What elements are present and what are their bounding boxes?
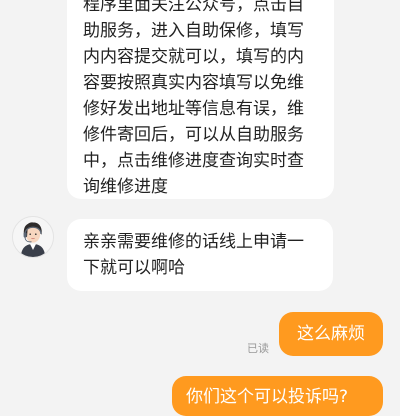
message-text-line: 修好发出地址等信息有误，维 (83, 99, 304, 119)
user-message-bubble[interactable]: 这么麻烦 (279, 312, 383, 356)
agent-message-bubble[interactable]: 亲亲需要维修的话线上申请一 下就可以啊哈 (67, 219, 333, 291)
message-text-line: 下就可以啊哈 (83, 258, 185, 278)
message-text: 你们这个可以投诉吗? (186, 387, 349, 407)
message-text-line: 内内容提交就可以，填写的内 (83, 47, 304, 67)
message-text-line: 程序里面关注公众号，点击自 (83, 0, 304, 15)
agent-avatar[interactable] (12, 216, 54, 258)
message-text: 这么麻烦 (297, 324, 365, 344)
message-text-line: 修件寄回后，可以从自助服务 (83, 125, 304, 145)
message-text-line: 亲亲需要维修的话线上申请一 (83, 232, 304, 252)
message-text-line: 中，点击维修进度查询实时查 (83, 151, 304, 171)
customer-service-agent-avatar-icon (13, 217, 53, 257)
user-message-bubble[interactable]: 你们这个可以投诉吗? (172, 376, 383, 416)
agent-message-bubble[interactable]: 程序里面关注公众号，点击自 助服务，进入自助保修，填写 内内容提交就可以，填写的… (67, 0, 334, 199)
message-text-line: 助服务，进入自助保修，填写 (83, 21, 304, 41)
message-text-line: 容要按照真实内容填写以免维 (83, 73, 304, 93)
message-text-line: 询维修进度 (83, 177, 168, 197)
read-status-label: 已读 (247, 342, 269, 355)
